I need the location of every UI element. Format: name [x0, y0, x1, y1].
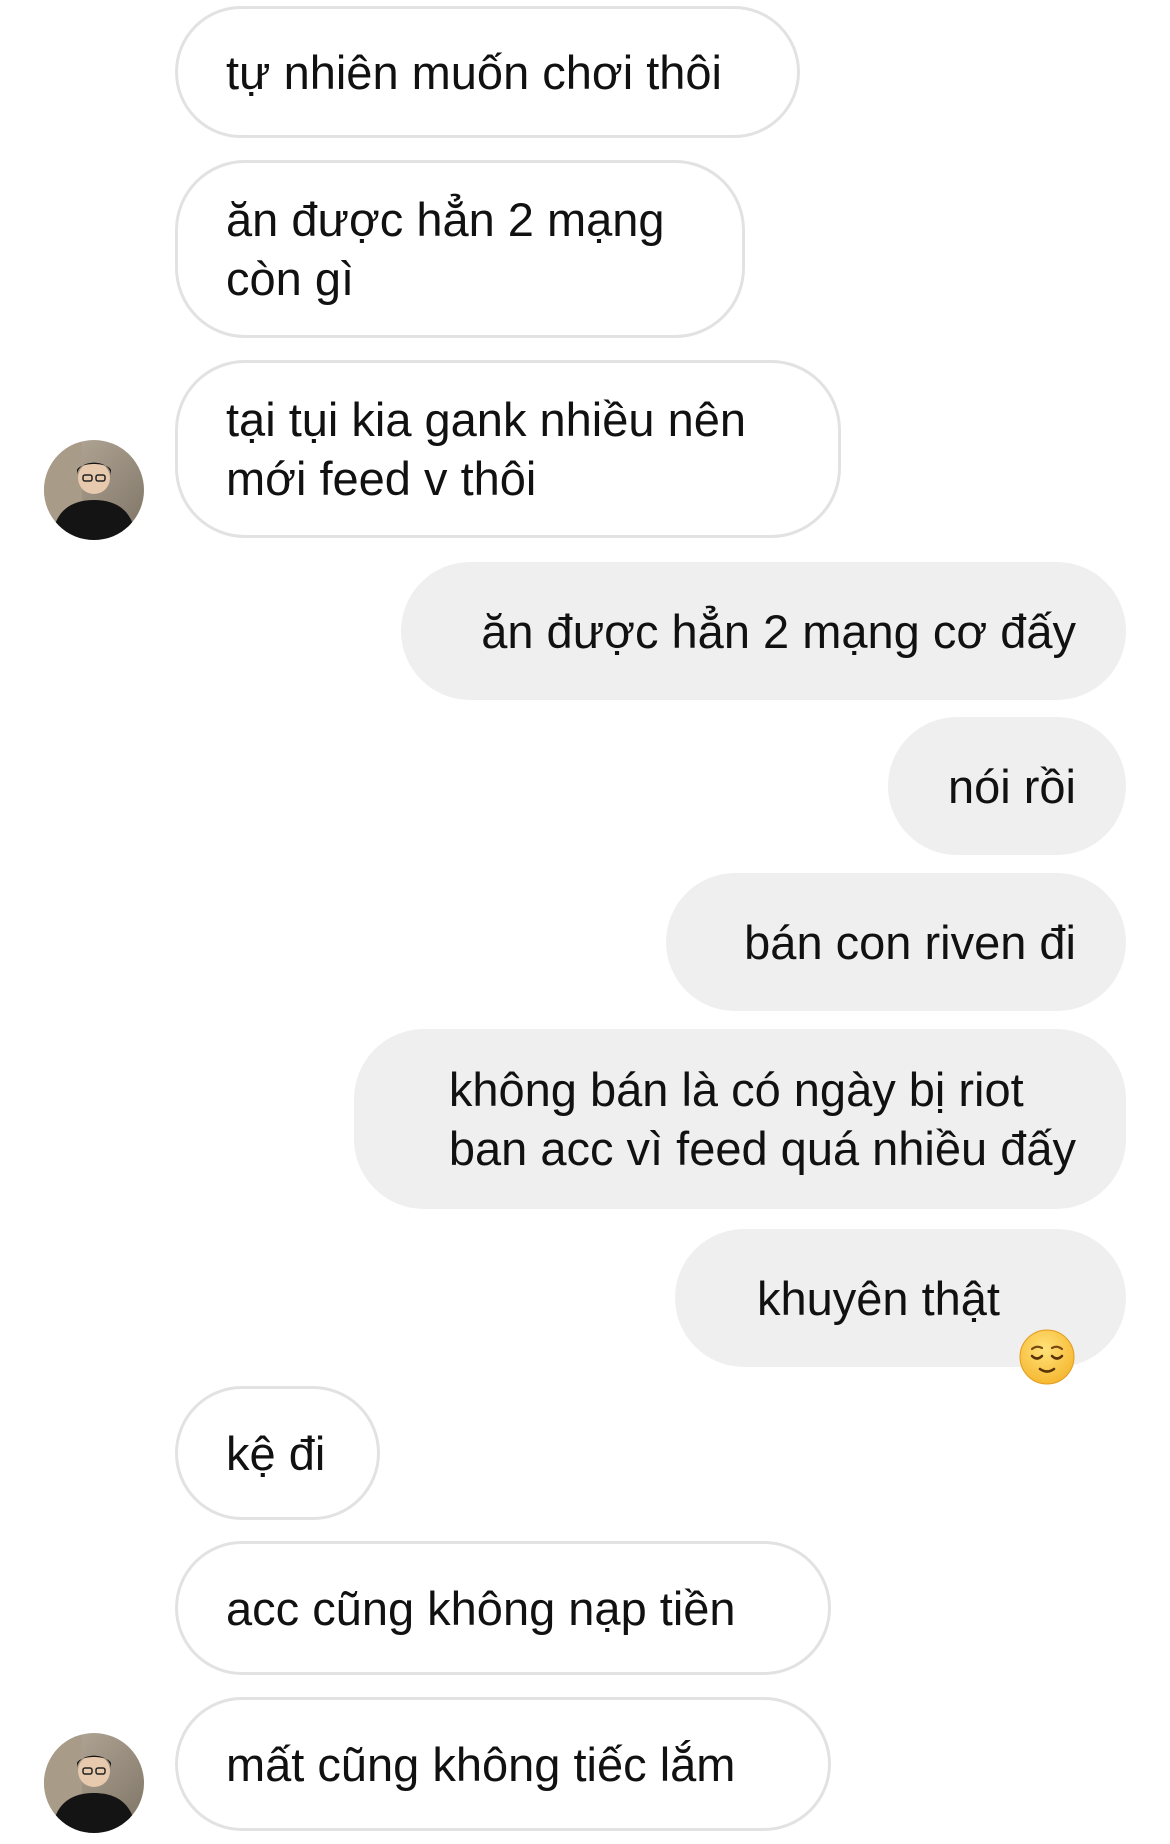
message-bubble-outgoing[interactable]: bán con riven đi	[666, 873, 1126, 1011]
avatar-photo	[44, 440, 144, 540]
message-text: nói rồi	[947, 759, 1076, 813]
message-text: tự nhiên muốn chơi thôi	[226, 45, 723, 99]
avatar[interactable]	[44, 1733, 144, 1833]
avatar[interactable]	[44, 440, 144, 540]
message-text: mất cũng không tiếc lắm	[226, 1737, 736, 1791]
message-text: bán con riven đi	[744, 915, 1076, 969]
message-bubble-incoming[interactable]: ăn được hẳn 2 mạng còn gì	[175, 160, 745, 338]
message-bubble-incoming[interactable]: acc cũng không nạp tiền	[175, 1541, 831, 1675]
message-text: khuyên thật	[756, 1271, 1000, 1325]
message-text: tại tụi kia gank nhiều nên mới feed v th…	[226, 393, 746, 505]
message-text: ăn được hẳn 2 mạng còn gì	[226, 193, 665, 305]
message-bubble-outgoing[interactable]: ăn được hẳn 2 mạng cơ đấy	[401, 562, 1126, 700]
message-text: acc cũng không nạp tiền	[226, 1581, 736, 1635]
message-bubble-outgoing[interactable]: khuyên thật	[675, 1229, 1126, 1385]
message-bubble-incoming[interactable]: kệ đi	[175, 1386, 380, 1520]
message-bubble-incoming[interactable]: mất cũng không tiếc lắm	[175, 1697, 831, 1831]
chat-thread: tự nhiên muốn chơi thôi ăn được hẳn 2 mạ…	[0, 0, 1170, 1844]
avatar-photo	[44, 1733, 144, 1833]
message-bubble-outgoing[interactable]: nói rồi	[888, 717, 1126, 855]
message-bubble-outgoing[interactable]: không bán là có ngày bị riot ban acc vì …	[354, 1029, 1126, 1209]
relieved-face-emoji	[1018, 1269, 1076, 1385]
message-bubble-incoming[interactable]: tại tụi kia gank nhiều nên mới feed v th…	[175, 360, 841, 538]
message-bubble-incoming[interactable]: tự nhiên muốn chơi thôi	[175, 6, 800, 138]
message-text: không bán là có ngày bị riot ban acc vì …	[448, 1063, 1076, 1175]
message-text: ăn được hẳn 2 mạng cơ đấy	[481, 604, 1076, 658]
message-text: kệ đi	[226, 1426, 326, 1480]
